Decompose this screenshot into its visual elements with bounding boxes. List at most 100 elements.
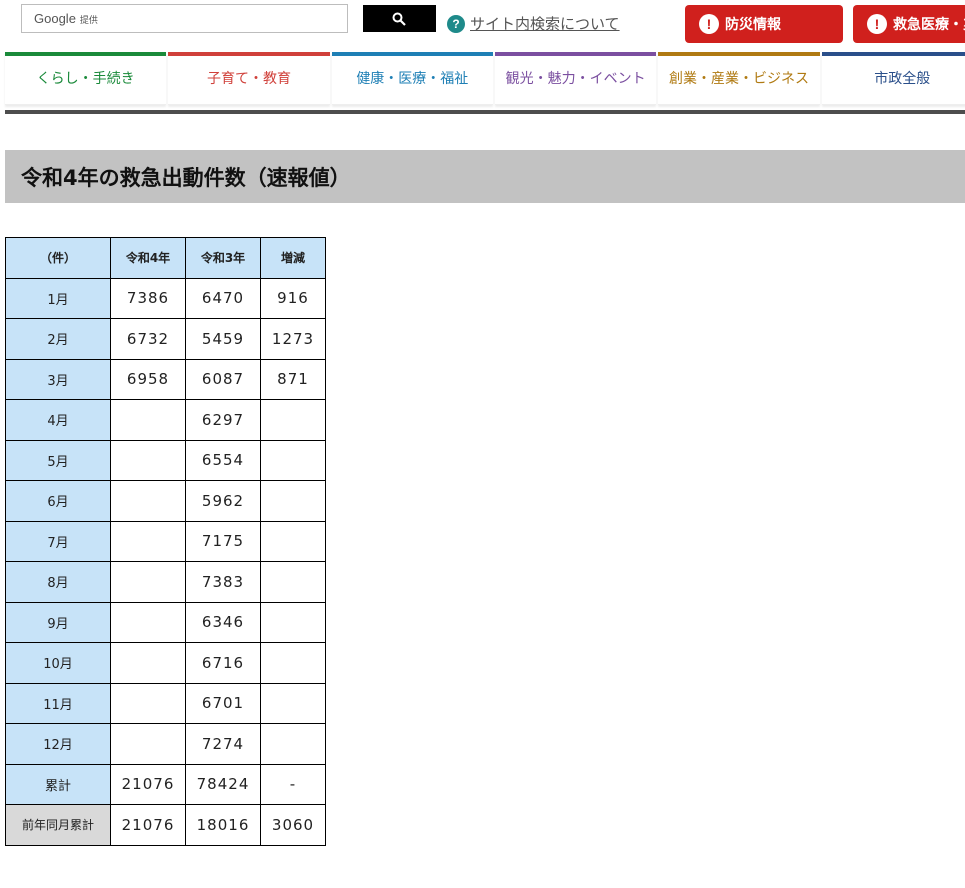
cell-diff: 1273 xyxy=(260,318,326,360)
row-label: 1月 xyxy=(5,277,111,319)
table-row: 累計 21076 78424- xyxy=(5,763,326,805)
cell-r4 xyxy=(110,682,186,724)
table-row: 前年同月累計 21076 18016 3060 xyxy=(5,804,326,846)
table-body: 1月 7386 6470 916 2月 6732 5459 1273 3月 6958 6087 871… xyxy=(5,277,326,846)
google-brand: Google 提供 xyxy=(34,11,98,26)
table-row: 10月 6716 xyxy=(5,642,326,684)
search-help-link[interactable]: ? サイト内検索について xyxy=(447,13,620,34)
top-bar: Google提供 ? サイト内検索について ! 防災情報 ! 救急医療・災 xyxy=(0,0,965,52)
cell-r3: 6470 xyxy=(185,277,261,319)
table-row: 9月 6346 xyxy=(5,601,326,643)
disaster-info-button[interactable]: ! 防災情報 xyxy=(685,5,843,43)
table-row: 8月 7383 xyxy=(5,561,326,603)
table-header-row: （件） 令和4年 令和3年 増減 xyxy=(5,237,326,279)
nav-tab-health[interactable]: 健康・医療・福祉 xyxy=(331,52,493,105)
cell-diff xyxy=(260,439,326,481)
cell-r4: 21076 xyxy=(110,763,186,805)
table-row: 2月 6732 5459 1273 xyxy=(5,318,326,360)
page-title: 令和4年の救急出動件数（速報値） xyxy=(21,166,351,190)
cell-r4 xyxy=(110,642,186,684)
page-title-bar: 令和4年の救急出動件数（速報値） xyxy=(5,150,965,203)
cell-diff xyxy=(260,480,326,522)
cell-diff: - xyxy=(260,763,326,805)
cell-diff: 3060 xyxy=(260,804,326,846)
row-label: 7月 xyxy=(5,520,111,562)
cell-r4: 6732 xyxy=(110,318,186,360)
cell-r4: 6958 xyxy=(110,358,186,400)
table-row: 3月 6958 6087 871 xyxy=(5,358,326,400)
column-header: 令和3年 xyxy=(185,237,261,279)
table-row: 6月 5962 xyxy=(5,480,326,522)
header-divider xyxy=(5,110,965,114)
cell-r4 xyxy=(110,601,186,643)
cell-r4 xyxy=(110,439,186,481)
table-row: 1月 7386 6470 916 xyxy=(5,277,326,319)
cell-diff xyxy=(260,399,326,441)
column-header: 令和4年 xyxy=(110,237,186,279)
nav-tab-life[interactable]: くらし・手続き xyxy=(5,52,167,105)
table-row: 5月 6554 xyxy=(5,439,326,481)
row-label: 9月 xyxy=(5,601,111,643)
cell-diff xyxy=(260,601,326,643)
question-icon: ? xyxy=(447,14,465,33)
ambulance-dispatch-table: （件） 令和4年 令和3年 増減 1月 7386 6470 916 2月 6732 5459… xyxy=(5,237,326,846)
cell-r4 xyxy=(110,520,186,562)
row-label: 10月 xyxy=(5,642,111,684)
nav-tab-tourism[interactable]: 観光・魅力・イベント xyxy=(494,52,657,105)
table-row: 7月 7175 xyxy=(5,520,326,562)
exclamation-icon: ! xyxy=(867,14,887,34)
nav-tab-childcare[interactable]: 子育て・教育 xyxy=(168,52,330,105)
cell-r3: 5459 xyxy=(185,318,261,360)
cell-diff: 871 xyxy=(260,358,326,400)
cell-r4 xyxy=(110,561,186,603)
cell-diff xyxy=(260,642,326,684)
cell-diff: 916 xyxy=(260,277,326,319)
column-header: （件） xyxy=(5,237,111,279)
column-header: 増減 xyxy=(260,237,326,279)
cell-diff xyxy=(260,520,326,562)
row-label: 2月 xyxy=(5,318,111,360)
cell-r3: 7383 xyxy=(185,561,261,603)
cell-r3: 7175 xyxy=(185,520,261,562)
cell-r3: 18016 xyxy=(185,804,261,846)
row-label: 4月 xyxy=(5,399,111,441)
row-label: 6月 xyxy=(5,480,111,522)
row-label: 12月 xyxy=(5,723,111,765)
cell-diff xyxy=(260,561,326,603)
row-label: 8月 xyxy=(5,561,111,603)
table-row: 4月 6297 xyxy=(5,399,326,441)
search-button[interactable] xyxy=(363,5,436,32)
search-help-label: サイト内検索について xyxy=(470,15,620,33)
cell-r3: 6297 xyxy=(185,399,261,441)
cell-r3: 78424 xyxy=(185,763,261,805)
cell-r3: 6716 xyxy=(185,642,261,684)
cell-r3: 6087 xyxy=(185,358,261,400)
disaster-info-label: 防災情報 xyxy=(725,17,781,33)
row-label: 11月 xyxy=(5,682,111,724)
cell-diff xyxy=(260,682,326,724)
emergency-medical-label: 救急医療・災 xyxy=(893,17,965,33)
exclamation-icon: ! xyxy=(699,14,719,34)
table-row: 11月 6701 xyxy=(5,682,326,724)
row-label: 5月 xyxy=(5,439,111,481)
row-label: 累計 xyxy=(5,763,111,805)
row-label: 前年同月累計 xyxy=(5,804,111,846)
search-input[interactable] xyxy=(102,8,342,30)
search-icon xyxy=(392,12,406,26)
site-search-box: Google 提供 xyxy=(21,4,348,33)
cell-r4 xyxy=(110,399,186,441)
cell-diff xyxy=(260,723,326,765)
row-label: 3月 xyxy=(5,358,111,400)
cell-r3: 6701 xyxy=(185,682,261,724)
emergency-medical-button[interactable]: ! 救急医療・災 xyxy=(853,5,965,43)
cell-r4 xyxy=(110,723,186,765)
cell-r4: 7386 xyxy=(110,277,186,319)
nav-tab-city-admin[interactable]: 市政全般 xyxy=(821,52,965,105)
global-nav: くらし・手続き 子育て・教育 健康・医療・福祉 観光・魅力・イベント 創業・産業… xyxy=(5,52,965,105)
table-row: 12月 7274 xyxy=(5,723,326,765)
cell-r3: 7274 xyxy=(185,723,261,765)
cell-r3: 6346 xyxy=(185,601,261,643)
nav-tab-business[interactable]: 創業・産業・ビジネス xyxy=(658,52,820,105)
cell-r4 xyxy=(110,480,186,522)
cell-r3: 5962 xyxy=(185,480,261,522)
